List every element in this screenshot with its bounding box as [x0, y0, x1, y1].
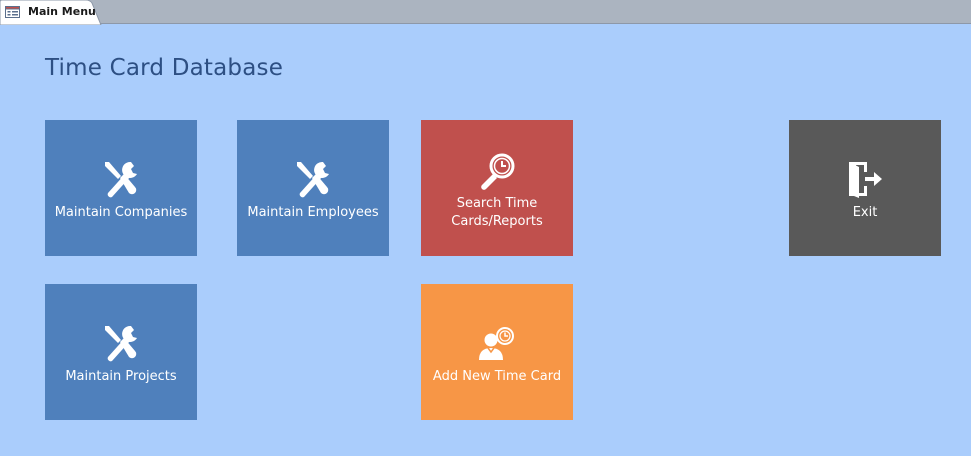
exit-button[interactable]: Exit	[789, 120, 941, 256]
add-new-time-card-label: Add New Time Card	[432, 369, 562, 384]
search-time-cards-label: Search Time Cards/Reports	[451, 196, 543, 229]
user-clock-icon	[421, 326, 573, 362]
search-time-cards-button[interactable]: Search Time Cards/Reports	[421, 120, 573, 256]
form-icon	[5, 6, 20, 18]
maintain-employees-label: Maintain Employees	[247, 205, 379, 220]
page-title: Time Card Database	[45, 55, 284, 81]
tab-main-menu-label: Main Menu	[28, 5, 96, 18]
tools-icon	[45, 324, 197, 362]
search-clock-icon	[421, 152, 573, 190]
maintain-companies-label: Maintain Companies	[54, 205, 188, 220]
exit-door-icon	[789, 160, 941, 198]
document-tab-bar: Main Menu	[0, 0, 971, 25]
maintain-companies-button[interactable]: Maintain Companies	[45, 120, 197, 256]
maintain-projects-label: Maintain Projects	[65, 369, 177, 384]
maintain-employees-button[interactable]: Maintain Employees	[237, 120, 389, 256]
tab-main-menu[interactable]: Main Menu	[0, 0, 102, 25]
tools-icon	[45, 160, 197, 198]
add-new-time-card-button[interactable]: Add New Time Card	[421, 284, 573, 420]
exit-label: Exit	[852, 205, 878, 220]
maintain-projects-button[interactable]: Maintain Projects	[45, 284, 197, 420]
tools-icon	[237, 160, 389, 198]
